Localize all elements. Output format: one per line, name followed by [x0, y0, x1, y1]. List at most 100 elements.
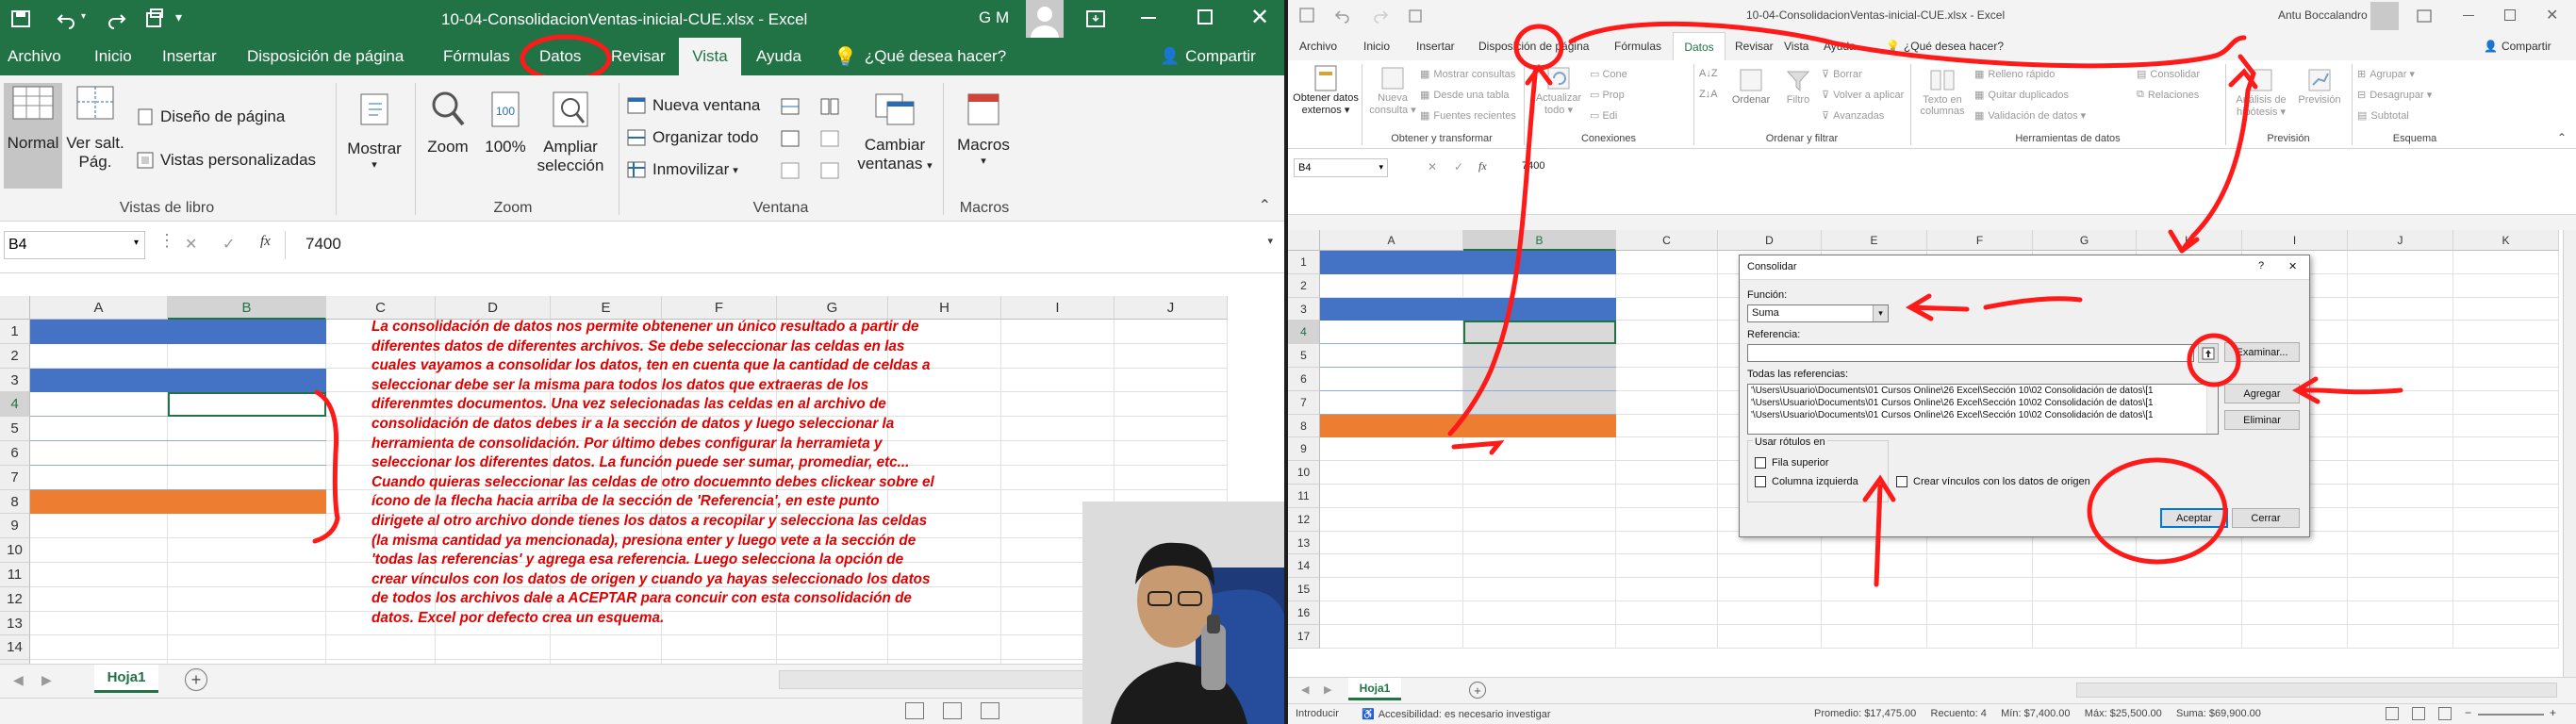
row-header[interactable]: 11 [0, 563, 30, 587]
sort-za-icon[interactable]: Z↓A [1699, 89, 1718, 100]
column-header[interactable]: E [1822, 230, 1927, 251]
redo-icon[interactable] [106, 8, 128, 30]
column-header[interactable]: A [30, 296, 168, 320]
sort-button[interactable]: Ordenar [1727, 66, 1775, 106]
tab-vista[interactable]: Vista [1784, 32, 1808, 60]
relationships-button[interactable]: ⧉ Relaciones [2137, 89, 2199, 101]
next-sheet-icon[interactable]: ▶ [41, 672, 52, 688]
row-header[interactable]: 4 [1288, 321, 1320, 345]
new-query-button[interactable]: Nueva consulta ▾ [1367, 64, 1418, 116]
minimize-icon[interactable] [1141, 17, 1156, 19]
vertical-scrollbar[interactable] [2563, 230, 2576, 679]
row-header[interactable]: 5 [1288, 344, 1320, 368]
add-sheet-icon[interactable]: + [185, 668, 207, 691]
row-header[interactable]: 14 [0, 635, 30, 661]
normal-view-button[interactable]: Normal [4, 83, 62, 189]
tab-vista[interactable]: Vista [679, 38, 741, 75]
tab-archivo[interactable]: Archivo [8, 38, 61, 75]
sheet-tab-hoja1[interactable]: Hoja1 [1348, 678, 1401, 700]
recent-sources-button[interactable]: ▦ Fuentes recientes [1420, 109, 1516, 123]
column-header[interactable]: C [1616, 230, 1718, 251]
close-icon[interactable]: ✕ [1250, 4, 1269, 31]
collapse-ribbon-icon[interactable]: ⌃ [1259, 196, 1271, 215]
row-header[interactable]: 7 [1288, 390, 1320, 415]
normal-view-status-icon[interactable] [905, 702, 924, 719]
row-header[interactable]: 12 [1288, 507, 1320, 532]
sort-az-icon[interactable]: A↓Z [1699, 68, 1718, 79]
top-row-checkbox[interactable]: Fila superior [1755, 457, 1829, 469]
row-header[interactable]: 7 [0, 465, 30, 490]
remove-duplicates-button[interactable]: ▦ Quitar duplicados [1974, 89, 2069, 102]
dialog-close-icon[interactable]: ✕ [2288, 260, 2297, 272]
column-header[interactable]: G [2033, 230, 2137, 251]
add-sheet-icon[interactable]: + [1469, 682, 1486, 699]
text-to-columns-button[interactable]: Texto en columnas [1914, 66, 1971, 117]
row-header[interactable]: 2 [0, 343, 30, 369]
accept-button[interactable]: Aceptar [2160, 508, 2228, 528]
close-icon[interactable]: ✕ [2546, 6, 2558, 25]
tab-formulas[interactable]: Fórmulas [443, 38, 510, 75]
forecast-sheet-button[interactable]: Previsión [2293, 66, 2346, 106]
select-all-corner[interactable] [0, 296, 30, 320]
sheet-tab-hoja1[interactable]: Hoja1 [94, 665, 158, 693]
total-cell[interactable] [168, 489, 326, 515]
page-break-view-button[interactable]: Ver salt. Pág. [64, 83, 126, 172]
freeze-panes-button[interactable]: Inmovilizar ▾ [626, 160, 738, 179]
zoom-selection-button[interactable]: Ampliar selección [534, 89, 607, 175]
row-header[interactable]: 4 [0, 392, 30, 418]
share-button[interactable]: 👤 Compartir [1160, 38, 1256, 75]
print-preview-icon[interactable] [143, 8, 166, 30]
add-button[interactable]: Agregar [2224, 384, 2300, 403]
tell-me-box[interactable]: 💡 ¿Qué desea hacer? [834, 38, 1006, 75]
reference-input[interactable] [1747, 344, 2194, 362]
column-header[interactable]: B [168, 296, 326, 320]
row-header[interactable]: 6 [1288, 368, 1320, 391]
column-header[interactable]: D [1718, 230, 1822, 251]
data-validation-button[interactable]: ▦ Validación de datos ▾ [1974, 109, 2086, 123]
undo-icon[interactable] [55, 8, 77, 30]
formula-input[interactable]: 7400 [305, 235, 341, 254]
create-links-checkbox[interactable]: Crear vínculos con los datos de origen [1896, 476, 2090, 487]
name-box[interactable]: B4 ▾ [1294, 158, 1388, 177]
split-icon[interactable] [781, 98, 800, 115]
row-header[interactable]: 1 [0, 320, 30, 344]
expand-formula-icon[interactable]: ▾ [1267, 235, 1273, 247]
row-header[interactable]: 15 [1288, 578, 1320, 601]
row-header[interactable]: 9 [0, 514, 30, 539]
row-header[interactable]: 5 [0, 417, 30, 441]
tab-ayuda[interactable]: Ayuda [756, 38, 801, 75]
new-window-button[interactable]: Nueva ventana [626, 96, 760, 115]
zoom-slider[interactable] [2478, 714, 2544, 716]
page-layout-button[interactable]: Diseño de página [136, 107, 285, 126]
sales-cell[interactable] [168, 392, 326, 418]
group-button[interactable]: ⊞ Agrupar ▾ [2357, 68, 2415, 81]
side-by-side-icon[interactable] [820, 98, 839, 115]
collapse-ribbon-icon[interactable]: ⌃ [2557, 131, 2567, 144]
sku-cell[interactable] [1320, 368, 1463, 391]
flash-fill-button[interactable]: ▦ Relleno rápido [1974, 68, 2055, 81]
sales-cell[interactable] [1463, 321, 1616, 345]
undo-dropdown-icon[interactable]: ▾ [81, 11, 86, 22]
consolidate-button[interactable]: ▤ Consolidar [2137, 68, 2200, 81]
column-header[interactable]: H [2137, 230, 2242, 251]
ribbon-display-icon[interactable] [2416, 8, 2433, 29]
get-external-data-button[interactable]: Obtener datos externos ▾ [1293, 64, 1359, 116]
browse-button[interactable]: Examinar... [2224, 342, 2300, 362]
all-references-list[interactable]: '\Users\Usuario\Documents\01 Cursos Onli… [1747, 384, 2219, 435]
cancel-entry-icon[interactable]: ✕ [1428, 160, 1437, 173]
row-header[interactable]: 2 [1288, 273, 1320, 298]
insert-function-icon[interactable]: fx [260, 234, 271, 250]
row-header[interactable]: 13 [0, 611, 30, 636]
checkbox-box[interactable] [1896, 476, 1907, 487]
name-box-dropdown-icon[interactable]: ▾ [134, 238, 139, 248]
cancel-entry-icon[interactable]: ✕ [185, 235, 197, 254]
column-header[interactable]: A [1320, 230, 1463, 251]
reapply-button[interactable]: ⊽ Volver a aplicar [1822, 89, 1904, 102]
advanced-filter-button[interactable]: ⊽ Avanzadas [1822, 109, 1884, 123]
autosave-icon[interactable] [9, 8, 32, 30]
row-header[interactable]: 17 [1288, 624, 1320, 649]
checkbox-box[interactable] [1755, 476, 1766, 487]
custom-views-button[interactable]: Vistas personalizadas [136, 151, 316, 170]
zoom-in-icon[interactable]: + [2550, 706, 2556, 719]
sku-cell[interactable] [30, 466, 168, 490]
